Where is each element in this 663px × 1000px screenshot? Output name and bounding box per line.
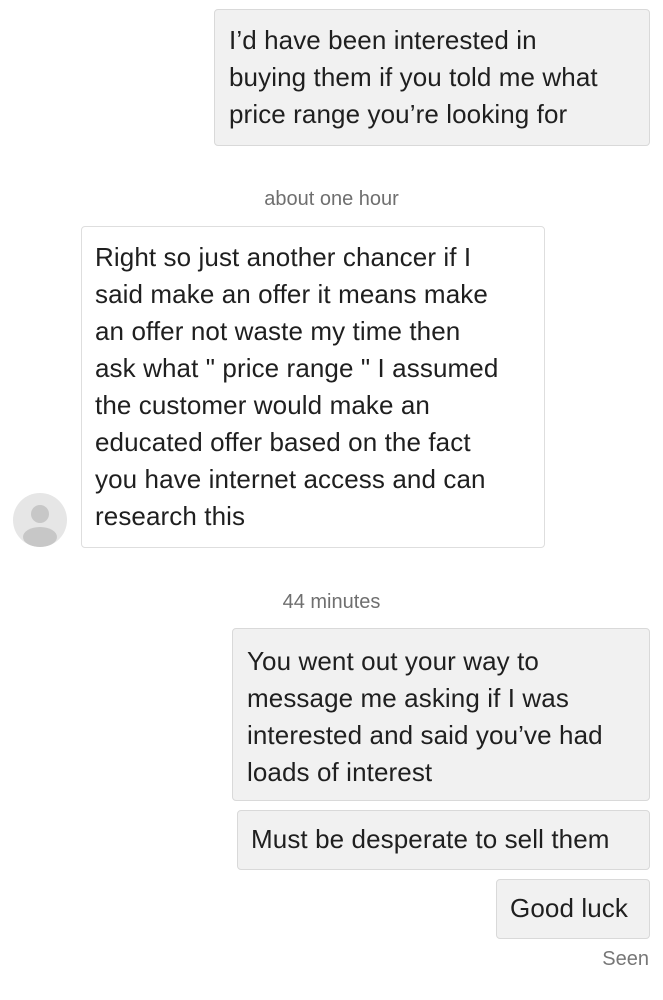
message-text-line: Good luck	[510, 893, 628, 923]
message-text-line: I’d have been interested in	[229, 25, 537, 55]
message-text-line: buying them if you told me what	[229, 62, 598, 92]
user-silhouette-icon	[23, 505, 57, 547]
message-text-line: interested and said you’ve had	[247, 720, 603, 750]
message-text-line: ask what " price range " I assumed	[95, 353, 499, 383]
message-text-line: You went out your way to	[247, 646, 539, 676]
outgoing-message-bubble[interactable]: Good luck	[496, 879, 650, 939]
message-text-line: educated offer based on the fact	[95, 427, 471, 457]
outgoing-message-bubble[interactable]: You went out your way to message me aski…	[232, 628, 650, 801]
message-text-line: price range you’re looking for	[229, 99, 568, 129]
message-text-line: research this	[95, 501, 246, 531]
message-text-line: Right so just another chancer if I	[95, 242, 472, 272]
outgoing-message-bubble[interactable]: Must be desperate to sell them	[237, 810, 650, 870]
outgoing-message-bubble[interactable]: I’d have been interested in buying them …	[214, 9, 650, 146]
message-text-line: loads of interest	[247, 757, 433, 787]
message-timestamp: about one hour	[264, 188, 399, 210]
message-text-line: you have internet access and can	[95, 464, 486, 494]
message-text-line: the customer would make an	[95, 390, 430, 420]
message-text-line: Must be desperate to sell them	[251, 824, 610, 854]
message-text-line: said make an offer it means make	[95, 279, 488, 309]
default-user-avatar-icon[interactable]	[13, 493, 67, 547]
conversation-screen: { "messages": [ { "direction": "outgoing…	[0, 0, 663, 1000]
message-text-line: an offer not waste my time then	[95, 316, 461, 346]
seen-status: Seen	[602, 948, 649, 970]
message-timestamp: 44 minutes	[282, 591, 381, 613]
incoming-message-bubble[interactable]: Right so just another chancer if I said …	[81, 226, 545, 548]
message-text-line: message me asking if I was	[247, 683, 569, 713]
